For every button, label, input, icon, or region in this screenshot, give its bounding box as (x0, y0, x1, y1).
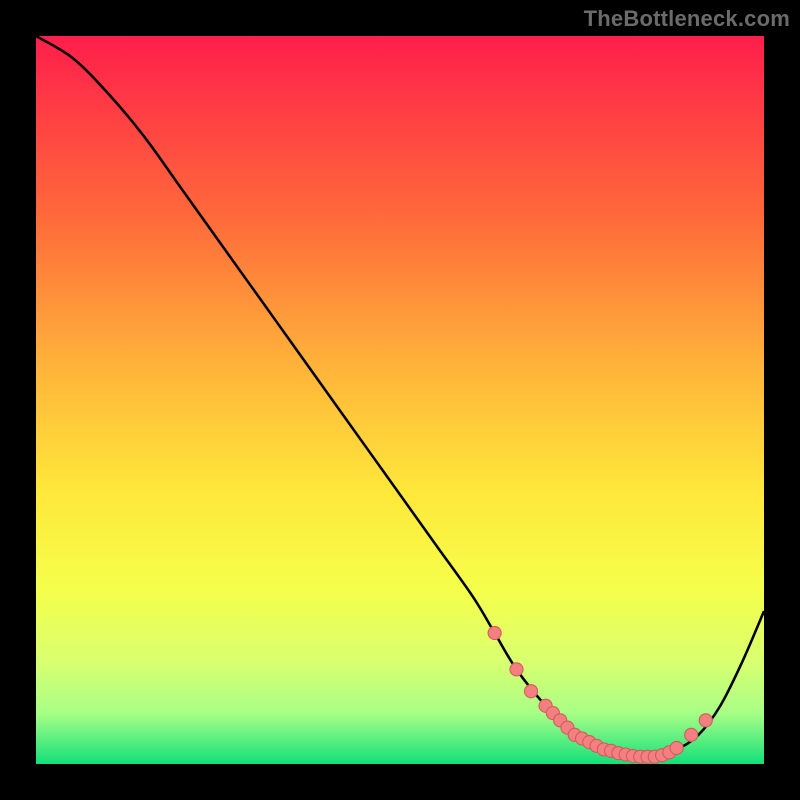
marker-point (670, 741, 683, 754)
gradient-background (36, 36, 764, 764)
bottleneck-chart (36, 36, 764, 764)
marker-point (524, 685, 537, 698)
marker-point (699, 714, 712, 727)
marker-point (685, 728, 698, 741)
chart-frame: TheBottleneck.com (0, 0, 800, 800)
attribution-text: TheBottleneck.com (584, 6, 790, 32)
marker-point (510, 663, 523, 676)
marker-point (488, 626, 501, 639)
